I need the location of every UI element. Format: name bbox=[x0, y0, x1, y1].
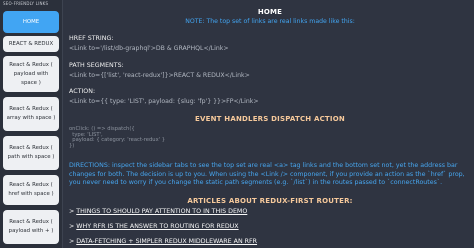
sidebar-item-path-space[interactable]: React & Redux ( path with space ) bbox=[3, 136, 59, 170]
sidebar-item-payload-plus[interactable]: React & Redux ( payload with + ) bbox=[3, 210, 59, 244]
article-link-why-rfr[interactable]: > WHY RFR IS THE ANSWER TO ROUTING FOR RE… bbox=[69, 223, 239, 231]
article-link-data-fetching[interactable]: > DATA-FETCHING + SIMPLER REDUX MIDDLEWAR… bbox=[69, 238, 257, 246]
sidebar-caption: SEO-FRIENDLY LINKS bbox=[3, 1, 49, 6]
path-code: <Link to={['list', 'react-redux']}>REACT… bbox=[69, 72, 250, 79]
arrow-right-icon: > bbox=[69, 208, 75, 215]
path-label: PATH SEGMENTS: bbox=[69, 62, 124, 69]
action-code: <Link to={{ type: 'LIST', payload: {slug… bbox=[69, 98, 259, 105]
href-code: <Link to='/list/db-graphql'>DB & GRAPHQL… bbox=[69, 45, 229, 52]
page-title: HOME bbox=[257, 8, 283, 16]
arrow-right-icon: > bbox=[69, 238, 75, 245]
sidebar-item-react-redux[interactable]: REACT & REDUX bbox=[3, 36, 59, 52]
main-content: HOME NOTE: The top set of links are real… bbox=[66, 0, 474, 248]
sidebar-item-href-space[interactable]: React & Redux ( href with space ) bbox=[3, 175, 59, 205]
sidebar: SEO-FRIENDLY LINKS HOME REACT & REDUX Re… bbox=[0, 0, 63, 248]
action-label: ACTION: bbox=[69, 88, 96, 95]
sidebar-item-array-space[interactable]: React & Redux ( array with space ) bbox=[3, 97, 59, 131]
directions-text: DIRECTIONS: inspect the sidebar tabs to … bbox=[69, 162, 465, 186]
sidebar-item-payload-space[interactable]: React & Redux ( payload with space ) bbox=[3, 56, 59, 92]
href-label: HREF STRING: bbox=[69, 35, 114, 42]
article-link-attention[interactable]: > THINGS TO SHOULD PAY ATTENTION TO IN TH… bbox=[69, 208, 247, 216]
arrow-right-icon: > bbox=[69, 223, 75, 230]
note-text: NOTE: The top set of links are real link… bbox=[185, 18, 355, 25]
articles-heading: ARTICLES ABOUT REDUX-FIRST ROUTER: bbox=[187, 197, 353, 205]
event-code-block: onClick: () => dispatch({ type: 'LIST', … bbox=[69, 126, 166, 149]
sidebar-item-home[interactable]: HOME bbox=[3, 11, 59, 33]
event-handlers-heading: EVENT HANDLERS DISPATCH ACTION bbox=[195, 115, 345, 123]
